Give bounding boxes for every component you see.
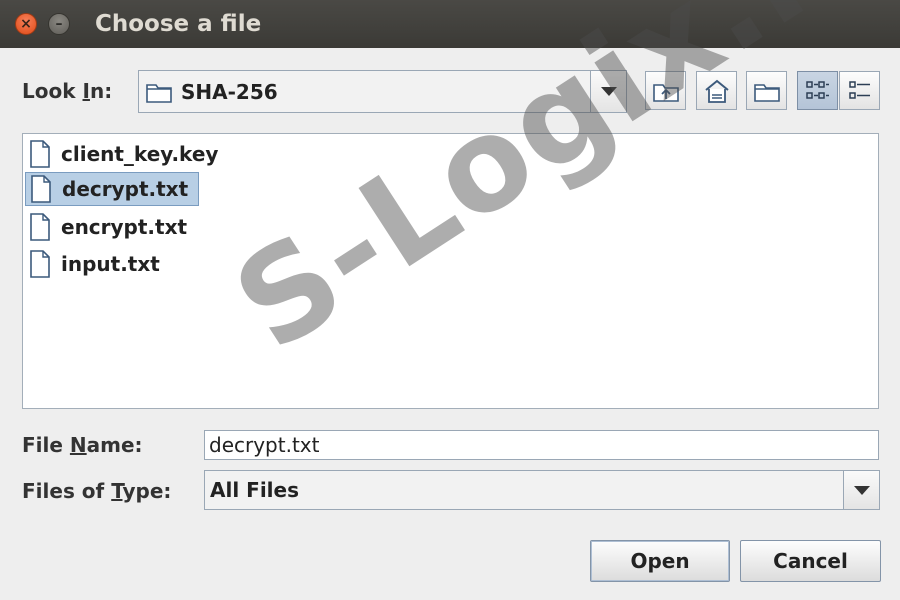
file-name: client_key.key [61,142,219,166]
file-type-label: Files of Type: [22,479,172,503]
window-title: Choose a file [95,11,262,37]
file-type-value: All Files [210,478,299,502]
details-view-button[interactable] [839,71,880,110]
new-folder-icon [753,83,780,102]
chevron-down-icon [853,485,870,495]
up-one-level-button[interactable] [645,71,686,110]
new-folder-button[interactable] [746,71,787,110]
home-icon [704,79,729,103]
chevron-down-icon [600,87,617,96]
folder-icon [145,80,173,104]
file-item-client-key[interactable]: client_key.key [25,137,228,171]
list-view-button[interactable] [797,71,838,110]
file-icon [30,213,50,241]
close-window-button[interactable]: × [15,13,37,35]
file-item-encrypt[interactable]: encrypt.txt [25,210,197,244]
open-button[interactable]: Open [590,540,730,582]
file-type-dropdown-button[interactable] [843,471,879,509]
details-view-icon [848,80,870,99]
look-in-label: Look In: [22,79,113,103]
look-in-value: SHA-256 [181,79,278,104]
file-name: input.txt [61,252,160,276]
up-one-level-icon [652,83,679,102]
file-icon [30,140,50,168]
file-name: encrypt.txt [61,215,188,239]
close-icon: × [20,16,32,32]
cancel-button[interactable]: Cancel [740,540,881,582]
file-item-decrypt[interactable]: decrypt.txt [25,172,200,206]
file-name: decrypt.txt [62,177,189,201]
minimize-window-button[interactable]: – [48,13,70,35]
list-view-icon [805,80,829,99]
file-list[interactable]: client_key.key decrypt.txt encrypt.txt i… [22,133,879,409]
look-in-dropdown-button[interactable] [590,71,626,112]
title-bar: × – Choose a file [0,0,900,48]
file-item-input[interactable]: input.txt [25,247,170,281]
home-button[interactable] [696,71,737,110]
file-icon [31,175,51,203]
file-name-label: File Name: [22,433,143,457]
file-icon [30,250,50,278]
look-in-combo[interactable]: SHA-256 [138,70,627,113]
minimize-icon: – [55,16,63,32]
file-name-input[interactable]: decrypt.txt [204,430,879,460]
file-type-combo[interactable]: All Files [204,470,880,510]
